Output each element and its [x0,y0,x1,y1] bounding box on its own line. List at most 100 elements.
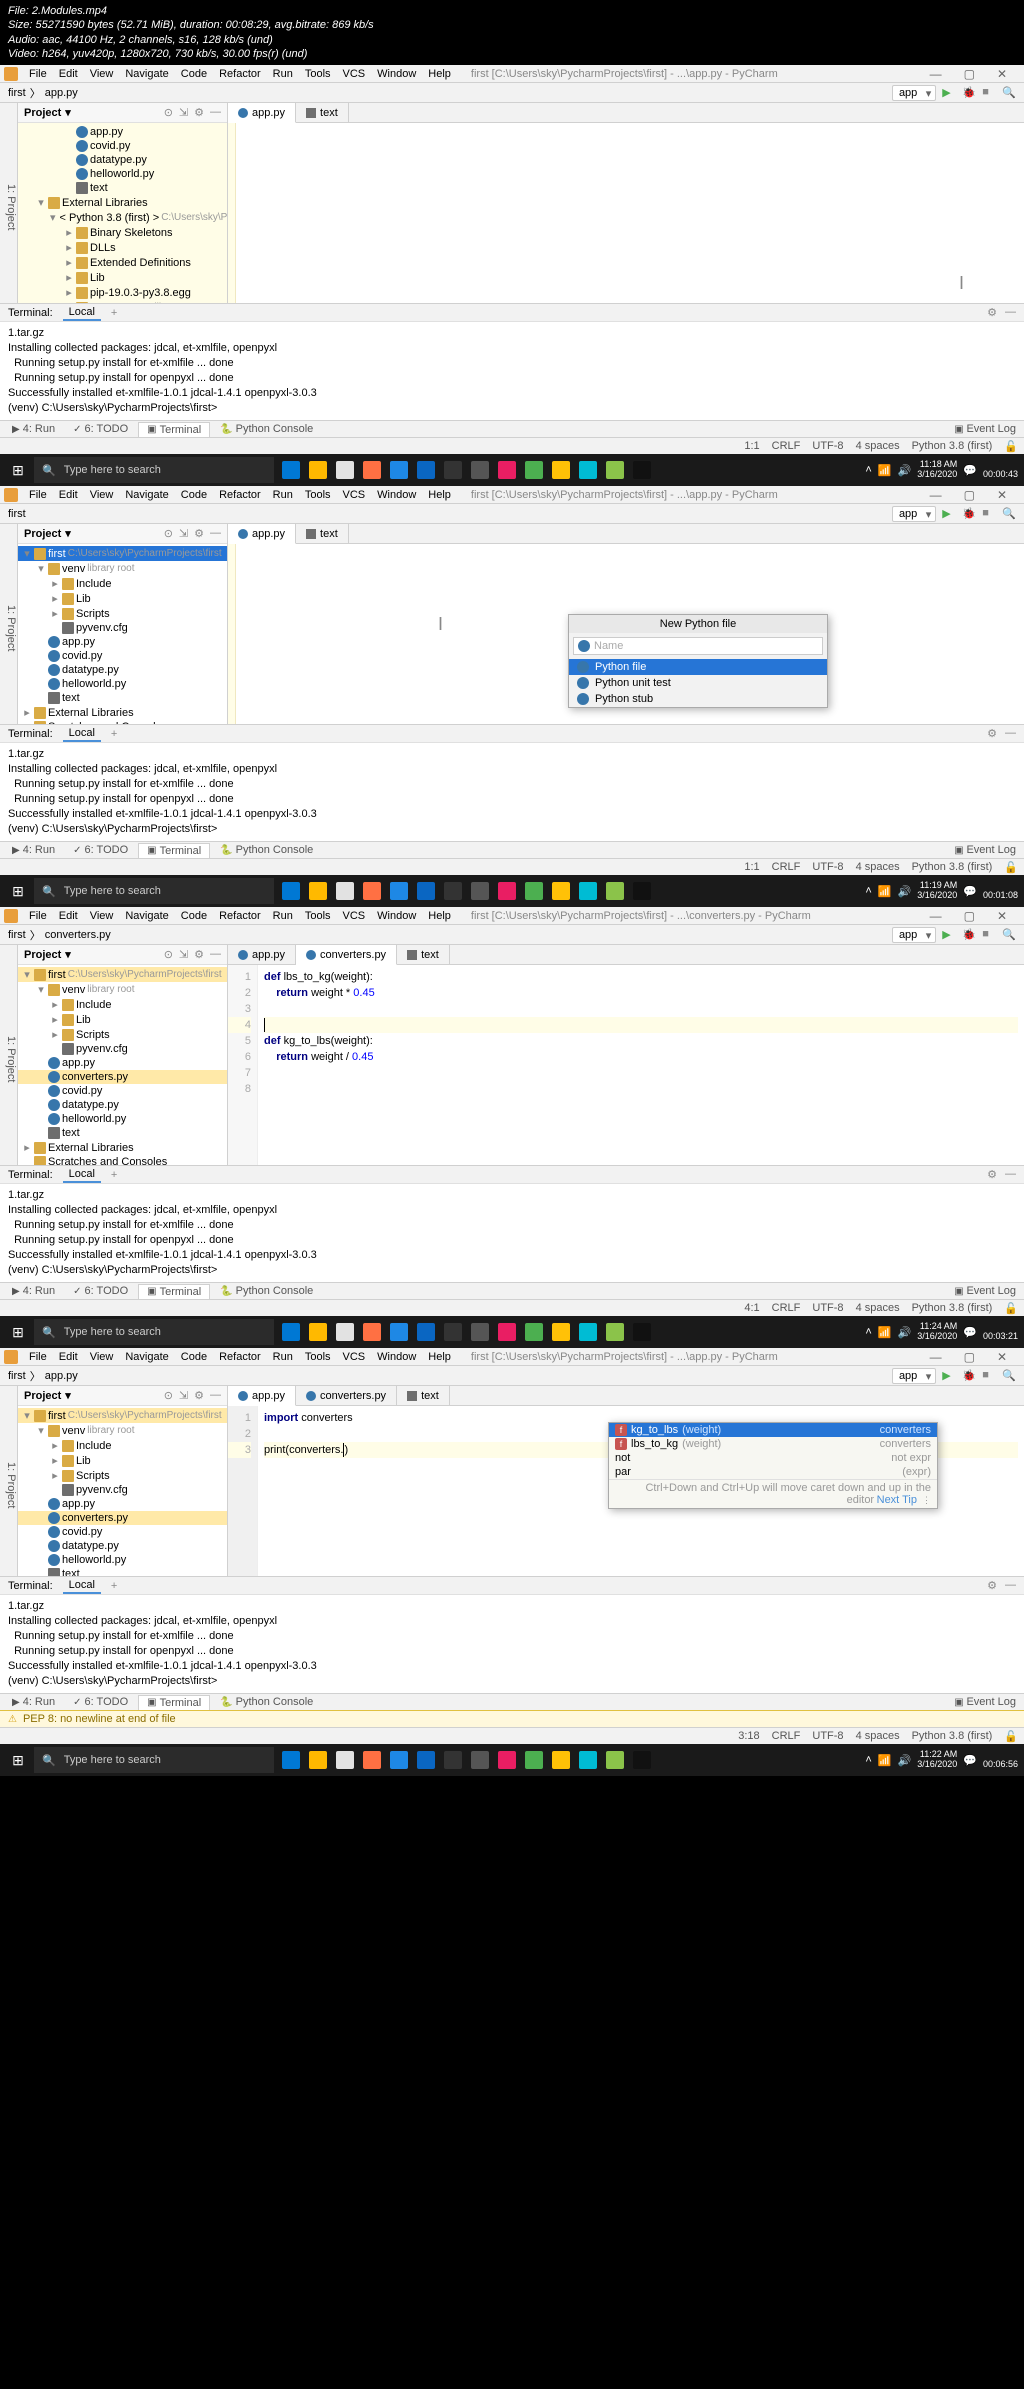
tree-node[interactable]: datatype.py [18,153,227,167]
project-tree[interactable]: ▾ first C:\Users\sky\PycharmProjects\fir… [18,965,227,1165]
line-separator[interactable]: CRLF [772,440,801,453]
taskbar-app[interactable] [494,877,520,905]
tree-node[interactable]: app.py [18,125,227,139]
menu-navigate[interactable]: Navigate [120,67,173,81]
indent[interactable]: 4 spaces [856,440,900,453]
terminal-output[interactable]: 1.tar.gzInstalling collected packages: j… [0,322,1024,420]
tree-node[interactable]: covid.py [18,139,227,153]
taskbar-app[interactable] [548,1746,574,1774]
tree-node[interactable]: ▸ Lib [18,1012,227,1027]
taskbar-app[interactable] [305,1746,331,1774]
taskbar-app[interactable] [521,1746,547,1774]
menu-file[interactable]: File [24,67,52,81]
popup-name-input[interactable]: Name [573,637,823,655]
project-tree[interactable]: ▾ first C:\Users\sky\PycharmProjects\fir… [18,544,227,724]
interpreter[interactable]: Python 3.8 (first) [912,440,993,453]
popup-item-python-file[interactable]: Python file [569,659,827,675]
taskbar-app[interactable] [521,1318,547,1346]
tree-node[interactable]: covid.py [18,1084,227,1098]
taskbar-app[interactable] [602,456,628,484]
collapse-icon[interactable]: ⇲ [179,106,188,119]
tree-node[interactable]: helloworld.py [18,677,227,691]
menu-vcs[interactable]: VCS [338,67,371,81]
tree-node[interactable]: text [18,1126,227,1140]
taskbar-app[interactable] [629,1746,655,1774]
editor-tab-app[interactable]: app.py [228,103,296,123]
menu-tools[interactable]: Tools [300,67,336,81]
tree-node[interactable]: ▸ External Libraries [18,1140,227,1155]
tree-node[interactable]: datatype.py [18,1539,227,1553]
code-editor[interactable]: 12345678 def lbs_to_kg(weight): return w… [228,965,1024,1165]
menu-run[interactable]: Run [268,67,298,81]
tree-node[interactable]: ▸ Lib [18,1453,227,1468]
tree-node[interactable]: pyvenv.cfg [18,621,227,635]
tree-node[interactable]: ▸ Include [18,576,227,591]
taskbar-app[interactable] [413,456,439,484]
bottom-tab-terminal[interactable]: ▣Terminal [138,422,210,437]
taskbar-app[interactable] [440,1746,466,1774]
tree-node[interactable]: ▾ first C:\Users\sky\PycharmProjects\fir… [18,967,227,982]
tree-node[interactable]: text [18,1567,227,1576]
breadcrumb-file[interactable]: app.py [45,87,78,99]
taskbar-app[interactable] [413,877,439,905]
taskbar-app[interactable] [440,1318,466,1346]
editor-tab-text[interactable]: text [296,103,349,122]
tree-node[interactable]: ▸ External Libraries [18,705,227,720]
tree-node[interactable]: ▸ pip-19.0.3-py3.8.egg [18,285,227,300]
tray-up-icon[interactable]: ˄ [865,464,871,476]
taskbar-app[interactable] [278,456,304,484]
taskbar-app[interactable] [278,1318,304,1346]
tree-node[interactable]: Scratches and Consoles [18,720,227,724]
run-config-select[interactable]: app [892,85,936,101]
taskbar-search[interactable]: 🔍Type here to search [34,457,274,483]
taskbar-app[interactable] [413,1746,439,1774]
tray-wifi-icon[interactable]: 📶 [878,464,892,477]
project-tree[interactable]: ▾ first C:\Users\sky\PycharmProjects\fir… [18,1406,227,1576]
settings-icon[interactable]: ⚙ [194,106,204,119]
tree-node[interactable]: converters.py [18,1511,227,1525]
hide-icon[interactable]: — [210,106,221,119]
project-tree[interactable]: app.py covid.py datatype.py helloworld.p… [18,123,227,303]
tree-node[interactable]: ▸ Lib [18,591,227,606]
tree-node[interactable]: ▸ Include [18,997,227,1012]
taskbar-app[interactable] [386,1746,412,1774]
taskbar-app[interactable] [332,456,358,484]
taskbar-app[interactable] [548,1318,574,1346]
terminal-add-tab[interactable]: + [111,307,117,319]
tree-node[interactable]: app.py [18,1497,227,1511]
tree-node[interactable]: ▸ Lib [18,270,227,285]
tree-node[interactable]: helloworld.py [18,167,227,181]
tree-node[interactable]: ▾ venv library root [18,561,227,576]
tree-node[interactable]: helloworld.py [18,1112,227,1126]
taskbar-app[interactable] [629,1318,655,1346]
tree-node[interactable]: covid.py [18,649,227,663]
tree-node[interactable]: app.py [18,635,227,649]
terminal-settings-icon[interactable]: ⚙ [987,306,997,319]
tree-node[interactable]: ▾ first C:\Users\sky\PycharmProjects\fir… [18,546,227,561]
bottom-tab-todo[interactable]: ✓6: TODO [65,422,136,436]
tree-node[interactable]: ▾ first C:\Users\sky\PycharmProjects\fir… [18,1408,227,1423]
readonly-lock-icon[interactable]: 🔓 [1004,440,1018,453]
tree-node[interactable]: text [18,181,227,195]
taskbar-app[interactable] [278,1746,304,1774]
taskbar-app[interactable] [332,1746,358,1774]
minimize-button[interactable]: — [925,66,947,82]
stop-button[interactable]: ■ [982,86,996,100]
menu-window[interactable]: Window [372,67,421,81]
tree-node[interactable]: helloworld.py [18,1553,227,1567]
tree-node[interactable]: datatype.py [18,1098,227,1112]
taskbar-app[interactable] [494,1318,520,1346]
popup-item-stub[interactable]: Python stub [569,691,827,707]
tray-volume-icon[interactable]: 🔊 [898,464,912,477]
notifications-icon[interactable]: 💬 [963,464,977,477]
taskbar-app[interactable] [332,877,358,905]
taskbar-app[interactable] [332,1318,358,1346]
taskbar-app[interactable] [575,456,601,484]
taskbar-app[interactable] [359,1746,385,1774]
tree-node[interactable]: datatype.py [18,663,227,677]
taskbar-app[interactable] [548,877,574,905]
taskbar-app[interactable] [278,877,304,905]
menu-help[interactable]: Help [423,67,456,81]
run-button[interactable]: ▶ [942,86,956,100]
taskbar-app[interactable] [521,456,547,484]
